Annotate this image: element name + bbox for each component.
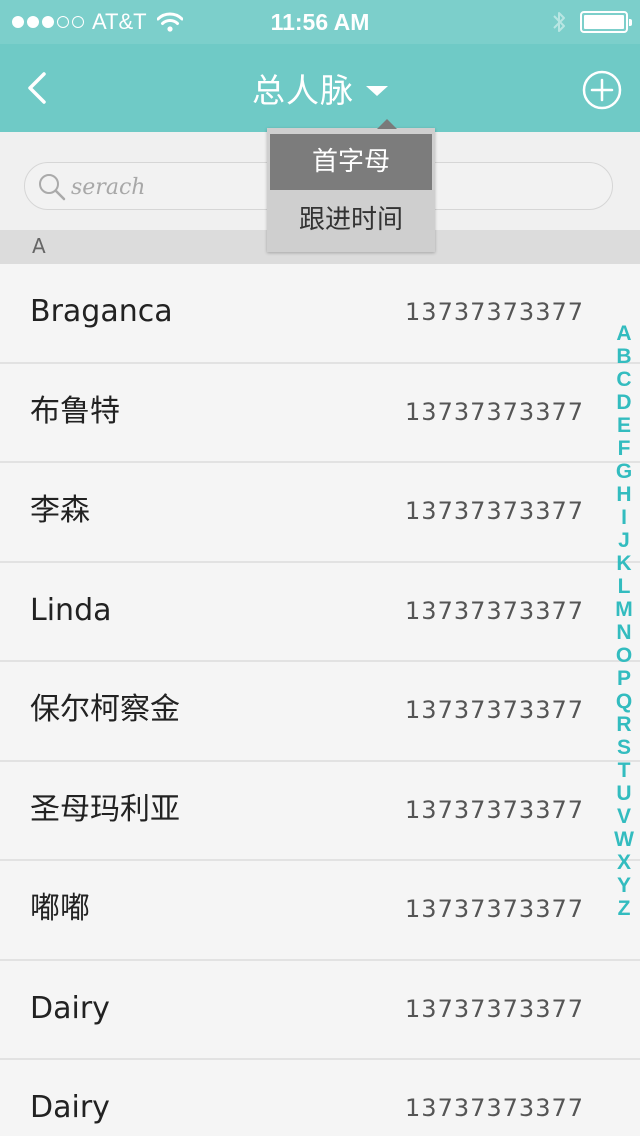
index-letter-e[interactable]: E <box>617 414 631 437</box>
sort-by-initial-option[interactable]: 首字母 <box>270 134 432 190</box>
index-letter-r[interactable]: R <box>616 713 631 736</box>
contact-phone: 13737373377 <box>405 1094 584 1122</box>
index-letter-g[interactable]: G <box>616 460 632 483</box>
index-letter-v[interactable]: V <box>617 805 631 828</box>
index-letter-d[interactable]: D <box>616 391 631 414</box>
contact-row[interactable]: 布鲁特 13737373377 <box>0 363 640 463</box>
contact-phone: 13737373377 <box>405 795 584 824</box>
contact-name: 嘟嘟 <box>30 891 90 926</box>
contact-row[interactable]: 李森 13737373377 <box>0 463 640 563</box>
sort-by-followup-option[interactable]: 跟进时间 <box>270 192 432 248</box>
index-letter-b[interactable]: B <box>616 345 631 368</box>
status-time: 11:56 AM <box>270 9 370 35</box>
contact-row[interactable]: Dairy 13737373377 <box>0 1060 640 1136</box>
sort-dropdown-menu: 首字母 跟进时间 <box>267 119 435 252</box>
nav-bar: 总人脉 <box>0 44 640 132</box>
title-dropdown-toggle[interactable]: 总人脉 <box>0 44 640 132</box>
index-letter-s[interactable]: S <box>617 736 631 759</box>
index-letter-i[interactable]: I <box>621 506 627 529</box>
contact-name: 布鲁特 <box>30 393 120 429</box>
bluetooth-icon <box>553 12 565 32</box>
battery-fill <box>584 15 624 29</box>
index-letter-o[interactable]: O <box>616 644 632 667</box>
contact-phone: 13737373377 <box>405 298 584 326</box>
index-letter-t[interactable]: T <box>618 759 631 782</box>
contact-row[interactable]: 圣母玛利亚 13737373377 <box>0 761 640 861</box>
contact-name: Dairy <box>30 990 110 1026</box>
contact-name: Linda <box>30 592 112 628</box>
index-letter-x[interactable]: X <box>617 851 631 874</box>
contact-phone: 13737373377 <box>405 696 584 724</box>
index-letter-u[interactable]: U <box>616 782 631 805</box>
battery-icon <box>580 11 632 33</box>
contact-row[interactable]: 嘟嘟 13737373377 <box>0 861 640 961</box>
index-letter-z[interactable]: Z <box>618 897 631 920</box>
caret-down-icon <box>366 86 388 96</box>
contact-phone: 13737373377 <box>405 994 584 1023</box>
contact-name: Dairy <box>30 1090 110 1125</box>
index-letter-l[interactable]: L <box>618 575 631 598</box>
index-letter-y[interactable]: Y <box>617 874 631 897</box>
index-letter-n[interactable]: N <box>616 621 631 644</box>
add-contact-button[interactable] <box>582 70 622 110</box>
contact-row[interactable]: Braganca 13737373377 <box>0 264 640 364</box>
index-letter-p[interactable]: P <box>617 667 631 690</box>
contact-name: 保尔柯察金 <box>30 692 180 727</box>
index-letter-k[interactable]: K <box>616 552 631 575</box>
plus-circle-icon <box>582 70 622 110</box>
contact-list: Braganca 13737373377 布鲁特 13737373377 李森 … <box>0 264 640 1136</box>
contact-phone: 13737373377 <box>405 497 584 525</box>
index-letter-a[interactable]: A <box>616 322 631 345</box>
index-letter-w[interactable]: W <box>614 828 634 851</box>
contact-name: 李森 <box>30 493 90 528</box>
index-letter-h[interactable]: H <box>616 483 631 506</box>
contact-phone: 13737373377 <box>405 397 584 426</box>
index-letter-j[interactable]: J <box>618 529 630 552</box>
status-bar: AT&T 11:56 AM <box>0 0 640 44</box>
index-letter-q[interactable]: Q <box>616 690 632 713</box>
contact-row[interactable]: Linda 13737373377 <box>0 562 640 662</box>
contact-name: 圣母玛利亚 <box>30 791 180 827</box>
status-right <box>552 10 632 34</box>
index-letter-f[interactable]: F <box>618 437 631 460</box>
contact-row[interactable]: Dairy 13737373377 <box>0 960 640 1060</box>
section-letter: A <box>32 234 46 258</box>
alphabet-index[interactable]: A B C D E F G H I J K L M N O P Q R S T … <box>612 322 636 920</box>
index-letter-c[interactable]: C <box>616 368 631 391</box>
contact-phone: 13737373377 <box>405 895 584 923</box>
search-icon <box>39 174 66 201</box>
page-title: 总人脉 <box>252 71 354 110</box>
contact-phone: 13737373377 <box>405 596 584 625</box>
contact-row[interactable]: 保尔柯察金 13737373377 <box>0 662 640 762</box>
index-letter-m[interactable]: M <box>615 598 633 621</box>
contact-name: Braganca <box>30 294 173 329</box>
